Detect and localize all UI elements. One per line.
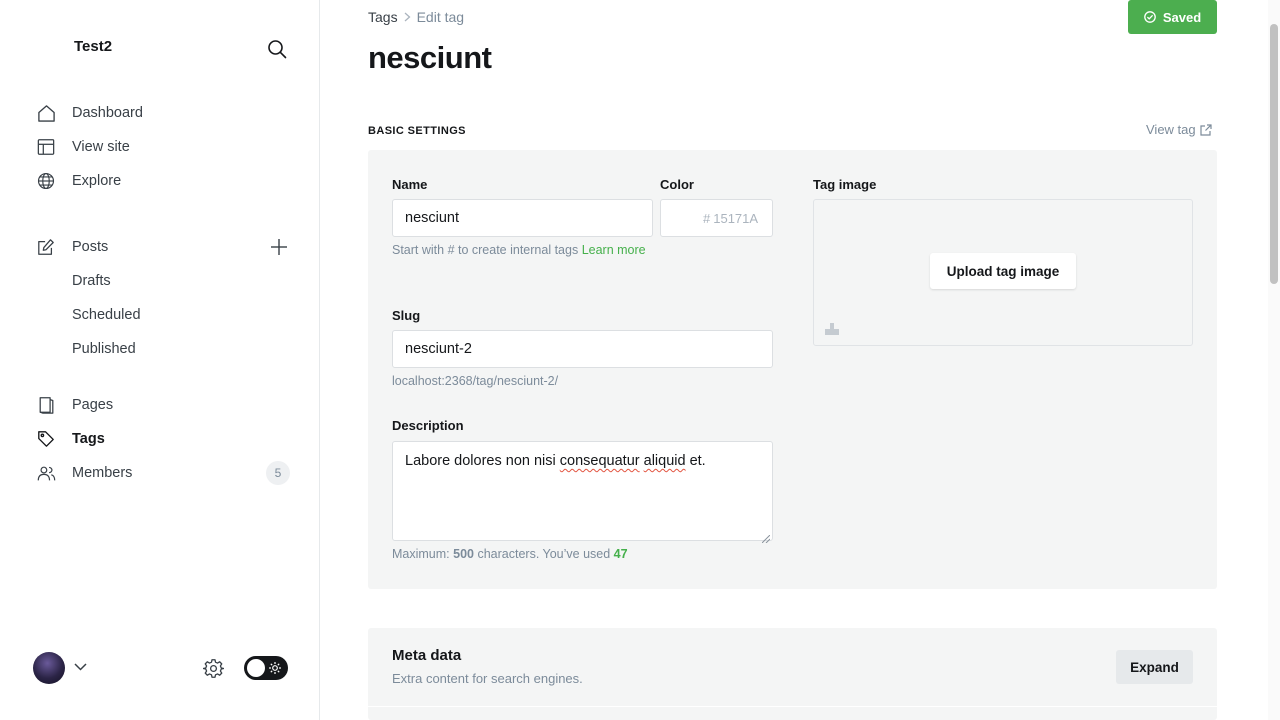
color-placeholder: 15171A: [713, 210, 759, 226]
expand-button[interactable]: Expand: [1116, 650, 1193, 684]
chevron-down-icon[interactable]: [72, 659, 88, 675]
description-label: Description: [392, 418, 464, 433]
scrollbar[interactable]: [1268, 0, 1280, 720]
sidebar-item-label: Pages: [72, 397, 114, 413]
main-content: Tags Edit tag Saved nesciunt BASIC SETTI…: [320, 0, 1280, 720]
used-characters: 47: [613, 547, 628, 561]
tag-image-dropzone[interactable]: Upload tag image: [813, 199, 1193, 346]
hash-prefix: #: [703, 210, 711, 226]
scrollbar-thumb[interactable]: [1270, 24, 1278, 284]
name-hint: Start with # to create internal tags Lea…: [392, 240, 652, 261]
sun-icon: [268, 661, 282, 675]
sidebar-item-label: Dashboard: [72, 105, 143, 121]
theme-toggle[interactable]: [244, 656, 288, 680]
members-count-badge: 5: [266, 461, 290, 485]
sidebar-item-drafts[interactable]: Drafts: [72, 271, 111, 291]
color-input[interactable]: # 15171A: [697, 199, 773, 237]
sidebar-item-pages[interactable]: Pages: [36, 393, 113, 417]
view-tag-label: View tag: [1146, 122, 1196, 137]
toggle-knob: [247, 659, 265, 677]
external-link-icon: [1200, 123, 1212, 136]
sidebar: Test2 Dashboard View site Explore Posts …: [0, 0, 320, 720]
slug-input[interactable]: nesciunt-2: [392, 330, 773, 368]
sidebar-item-label: Tags: [72, 431, 105, 447]
save-button[interactable]: Saved: [1128, 0, 1217, 34]
chevron-right-icon: [404, 12, 411, 22]
sidebar-item-scheduled[interactable]: Scheduled: [72, 305, 141, 325]
avatar[interactable]: [33, 652, 65, 684]
misspelled-word: consequatur: [559, 453, 640, 469]
tag-image-label: Tag image: [813, 177, 877, 192]
name-input[interactable]: nesciunt: [392, 199, 653, 237]
resize-handle-icon[interactable]: [761, 530, 771, 544]
sidebar-item-published[interactable]: Published: [72, 339, 136, 359]
page-title: nesciunt: [368, 40, 492, 75]
max-characters: 500: [453, 547, 474, 561]
check-circle-icon: [1143, 11, 1156, 23]
breadcrumb-tags-link[interactable]: Tags: [368, 9, 398, 25]
layout-icon: [36, 137, 56, 157]
slug-url: localhost:2368/tag/nesciunt-2/: [392, 374, 559, 388]
basic-settings-card: Name nesciunt Start with # to create int…: [368, 150, 1217, 589]
color-label: Color: [660, 177, 694, 192]
breadcrumb: Tags Edit tag: [368, 9, 464, 25]
breadcrumb-current: Edit tag: [416, 9, 465, 25]
description-hint: Maximum: 500 characters. You’ve used 47: [392, 544, 628, 565]
sidebar-item-label: Members: [72, 465, 133, 481]
edit-icon: [36, 237, 56, 257]
description-textarea[interactable]: Labore dolores non nisi consequatur aliq…: [392, 441, 773, 544]
globe-icon: [36, 171, 56, 191]
sidebar-item-dashboard[interactable]: Dashboard: [36, 101, 143, 125]
plus-icon[interactable]: [268, 236, 290, 258]
meta-data-card: Meta data Extra content for search engin…: [368, 628, 1217, 720]
description-text: et.: [685, 453, 706, 469]
sidebar-item-label: View site: [72, 139, 130, 155]
view-tag-link[interactable]: View tag: [1146, 122, 1212, 137]
users-icon: [36, 463, 56, 483]
image-placeholder-icon: [825, 321, 839, 335]
sidebar-item-posts[interactable]: Posts: [36, 235, 108, 259]
color-swatch[interactable]: [660, 199, 698, 237]
sidebar-item-tags[interactable]: Tags: [36, 427, 105, 451]
hint-text: Maximum:: [392, 547, 454, 561]
sidebar-item-label: Posts: [72, 239, 109, 255]
search-icon[interactable]: [264, 36, 290, 62]
sidebar-item-label: Explore: [72, 173, 122, 189]
tag-icon: [36, 429, 56, 449]
save-button-label: Saved: [1162, 9, 1202, 25]
slug-label: Slug: [392, 308, 421, 323]
meta-data-title: Meta data: [392, 647, 462, 664]
hint-text: characters. You’ve used: [473, 547, 614, 561]
meta-data-subtitle: Extra content for search engines.: [392, 671, 583, 686]
divider: [368, 706, 1217, 707]
site-title[interactable]: Test2: [74, 38, 112, 55]
gear-icon[interactable]: [201, 656, 225, 680]
name-hint-text: Start with # to create internal tags: [392, 243, 579, 257]
sidebar-item-members[interactable]: Members: [36, 461, 132, 485]
name-label: Name: [392, 177, 428, 192]
section-title: BASIC SETTINGS: [368, 125, 466, 137]
page-icon: [36, 395, 56, 415]
home-icon: [36, 103, 56, 123]
misspelled-word: aliquid: [643, 453, 686, 469]
sidebar-item-explore[interactable]: Explore: [36, 169, 121, 193]
description-text: Labore dolores non nisi: [405, 453, 560, 469]
sidebar-item-view-site[interactable]: View site: [36, 135, 130, 159]
learn-more-link[interactable]: Learn more: [582, 243, 646, 257]
upload-tag-image-button[interactable]: Upload tag image: [930, 253, 1076, 289]
